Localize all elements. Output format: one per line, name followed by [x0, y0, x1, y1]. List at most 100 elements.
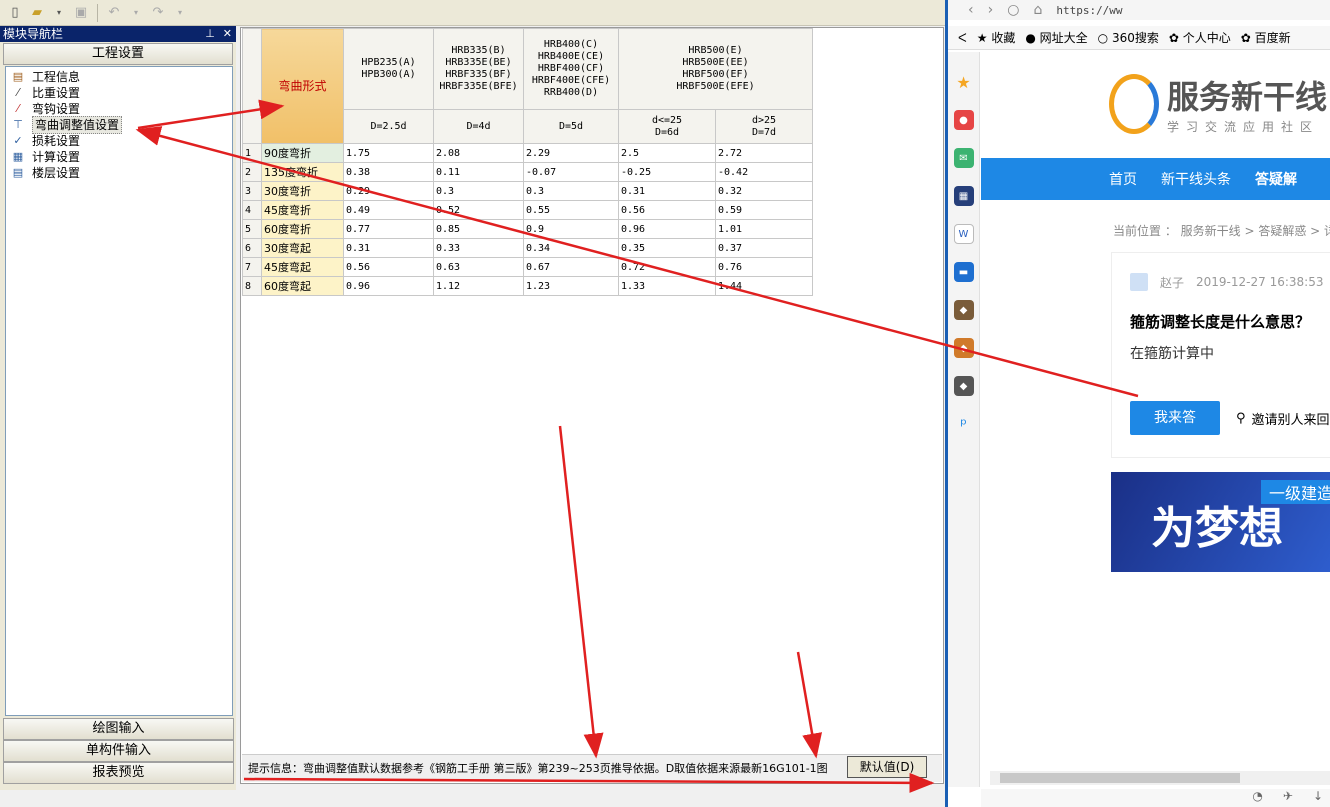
section-project-settings[interactable]: 工程设置 [3, 43, 233, 65]
adjust-value-cell[interactable]: 0.31 [343, 238, 434, 258]
collapse-icon[interactable]: ᐸ [958, 31, 967, 45]
adjust-value-cell[interactable]: 0.67 [523, 257, 619, 277]
favorite-collect[interactable]: ★ 收藏 [977, 29, 1016, 46]
tree-item-loss[interactable]: ✓ 损耗设置 [6, 133, 232, 149]
adjust-value-cell[interactable]: 2.72 [715, 143, 813, 163]
adjust-value-cell[interactable]: 2.08 [433, 143, 524, 163]
adjust-value-cell[interactable]: 0.59 [715, 200, 813, 220]
chevron-down-icon[interactable]: ▾ [127, 4, 145, 22]
scrollbar-thumb[interactable] [1000, 773, 1240, 783]
author-name[interactable]: 赵子 [1160, 274, 1184, 291]
download-icon[interactable]: ↓ [1313, 789, 1323, 807]
bend-type-cell[interactable]: 60度弯起 [261, 276, 344, 296]
nav-link-home[interactable]: 首页 [1109, 169, 1137, 189]
ad-banner[interactable]: 为梦想 一级建造 [1111, 472, 1330, 572]
adjust-value-cell[interactable]: 0.31 [618, 181, 716, 201]
invite-link[interactable]: ⚲ 邀请别人来回 [1236, 409, 1330, 428]
adjust-value-cell[interactable]: 0.34 [523, 238, 619, 258]
adjust-value-cell[interactable]: 0.9 [523, 219, 619, 239]
bend-type-cell[interactable]: 60度弯折 [261, 219, 344, 239]
chevron-down-icon[interactable]: ▾ [171, 4, 189, 22]
favorite-url-list[interactable]: ● 网址大全 [1025, 29, 1087, 46]
refresh-icon[interactable]: ○ [1007, 2, 1019, 18]
adjust-value-cell[interactable]: 0.55 [523, 200, 619, 220]
adjust-value-cell[interactable]: -0.07 [523, 162, 619, 182]
game-icon[interactable]: ◆ [953, 376, 974, 396]
tree-item-calc[interactable]: ▦ 计算设置 [6, 149, 232, 165]
bend-type-cell[interactable]: 45度弯折 [261, 200, 344, 220]
p-app-icon[interactable]: ᵖ [954, 414, 974, 434]
tree-item-bend-adjust[interactable]: ⊤ 弯曲调整值设置 [6, 116, 232, 134]
home-icon[interactable]: ⌂ [1033, 2, 1042, 18]
adjust-value-cell[interactable]: 0.32 [715, 181, 813, 201]
adjust-value-cell[interactable]: 0.77 [343, 219, 434, 239]
answer-button[interactable]: 我来答 [1130, 401, 1220, 435]
adjust-value-cell[interactable]: 1.12 [433, 276, 524, 296]
adjust-value-cell[interactable]: 1.75 [343, 143, 434, 163]
chevron-down-icon[interactable]: ▾ [50, 4, 68, 22]
bend-type-cell[interactable]: 90度弯折 [261, 143, 344, 163]
close-icon[interactable]: ✕ [223, 26, 232, 42]
mail-icon[interactable]: ✉ [953, 148, 974, 168]
back-icon[interactable]: ‹ [968, 2, 974, 18]
save-icon[interactable]: ▣ [72, 4, 90, 22]
tree-item-density[interactable]: ⁄ 比重设置 [6, 85, 232, 101]
new-file-icon[interactable]: ▯ [6, 4, 24, 22]
bend-type-cell[interactable]: 30度弯折 [261, 181, 344, 201]
adjust-value-cell[interactable]: 0.56 [618, 200, 716, 220]
adjust-value-cell[interactable]: 1.01 [715, 219, 813, 239]
adjust-value-cell[interactable]: 0.85 [433, 219, 524, 239]
adjust-value-cell[interactable]: 0.37 [715, 238, 813, 258]
star-icon[interactable]: ★ [954, 72, 974, 92]
bend-type-cell[interactable]: 45度弯起 [261, 257, 344, 277]
adjust-value-cell[interactable]: 0.3 [433, 181, 524, 201]
bend-type-cell[interactable]: 30度弯起 [261, 238, 344, 258]
redo-icon[interactable]: ↷ [149, 4, 167, 22]
pin-icon[interactable]: ⊥ [205, 26, 215, 42]
adjust-value-cell[interactable]: 0.96 [343, 276, 434, 296]
adjust-value-cell[interactable]: 0.35 [618, 238, 716, 258]
adjust-value-cell[interactable]: 2.29 [523, 143, 619, 163]
tree-item-hook[interactable]: ⁄ 弯钩设置 [6, 101, 232, 117]
favorite-personal-center[interactable]: ✿ 个人中心 [1169, 29, 1231, 46]
adjust-value-cell[interactable]: 0.38 [343, 162, 434, 182]
open-folder-icon[interactable]: ▰ [28, 4, 46, 22]
adjust-value-cell[interactable]: 0.49 [343, 200, 434, 220]
adjust-value-cell[interactable]: 0.11 [433, 162, 524, 182]
forward-icon[interactable]: › [988, 2, 994, 18]
adjust-value-cell[interactable]: 0.76 [715, 257, 813, 277]
adjust-value-cell[interactable]: 2.5 [618, 143, 716, 163]
favorite-360-search[interactable]: ○ 360搜索 [1098, 29, 1159, 46]
game-icon[interactable]: ◆ [953, 300, 974, 320]
tab-single-component-input[interactable]: 单构件输入 [3, 740, 234, 762]
adjust-value-cell[interactable]: -0.42 [715, 162, 813, 182]
adjust-value-cell[interactable]: 1.23 [523, 276, 619, 296]
adjust-value-cell[interactable]: 0.96 [618, 219, 716, 239]
tree-item-project-info[interactable]: ▤ 工程信息 [6, 69, 232, 85]
site-logo[interactable]: 服务新干线 学习交流应用社区 [1109, 72, 1327, 135]
horizontal-scrollbar[interactable] [990, 771, 1330, 785]
adjust-value-cell[interactable]: 0.72 [618, 257, 716, 277]
favorite-baidu[interactable]: ✿ 百度新 [1241, 29, 1291, 46]
doc-icon[interactable]: W [953, 224, 974, 244]
adjust-value-cell[interactable]: 0.63 [433, 257, 524, 277]
chat-icon[interactable]: ▬ [953, 262, 974, 282]
address-bar[interactable]: https://ww [1056, 4, 1122, 17]
adjust-value-cell[interactable]: -0.25 [618, 162, 716, 182]
adjust-value-cell[interactable]: 1.33 [618, 276, 716, 296]
adjust-value-cell[interactable]: 0.3 [523, 181, 619, 201]
tab-report-preview[interactable]: 报表预览 [3, 762, 234, 784]
undo-icon[interactable]: ↶ [105, 4, 123, 22]
adjust-value-cell[interactable]: 1.44 [715, 276, 813, 296]
default-value-button[interactable]: 默认值(D) [847, 756, 927, 778]
speed-icon[interactable]: ◔ [1252, 789, 1262, 807]
adjust-value-cell[interactable]: 0.33 [433, 238, 524, 258]
nav-link-headlines[interactable]: 新干线头条 [1161, 169, 1231, 189]
weibo-icon[interactable]: ● [953, 110, 974, 130]
tree-item-floor[interactable]: ▤ 楼层设置 [6, 165, 232, 181]
bend-type-cell[interactable]: 135度弯折 [261, 162, 344, 182]
adjust-value-cell[interactable]: 0.29 [343, 181, 434, 201]
game-icon[interactable]: ◆ [953, 338, 974, 358]
adjust-value-cell[interactable]: 0.56 [343, 257, 434, 277]
nav-link-qa[interactable]: 答疑解 [1255, 169, 1297, 189]
